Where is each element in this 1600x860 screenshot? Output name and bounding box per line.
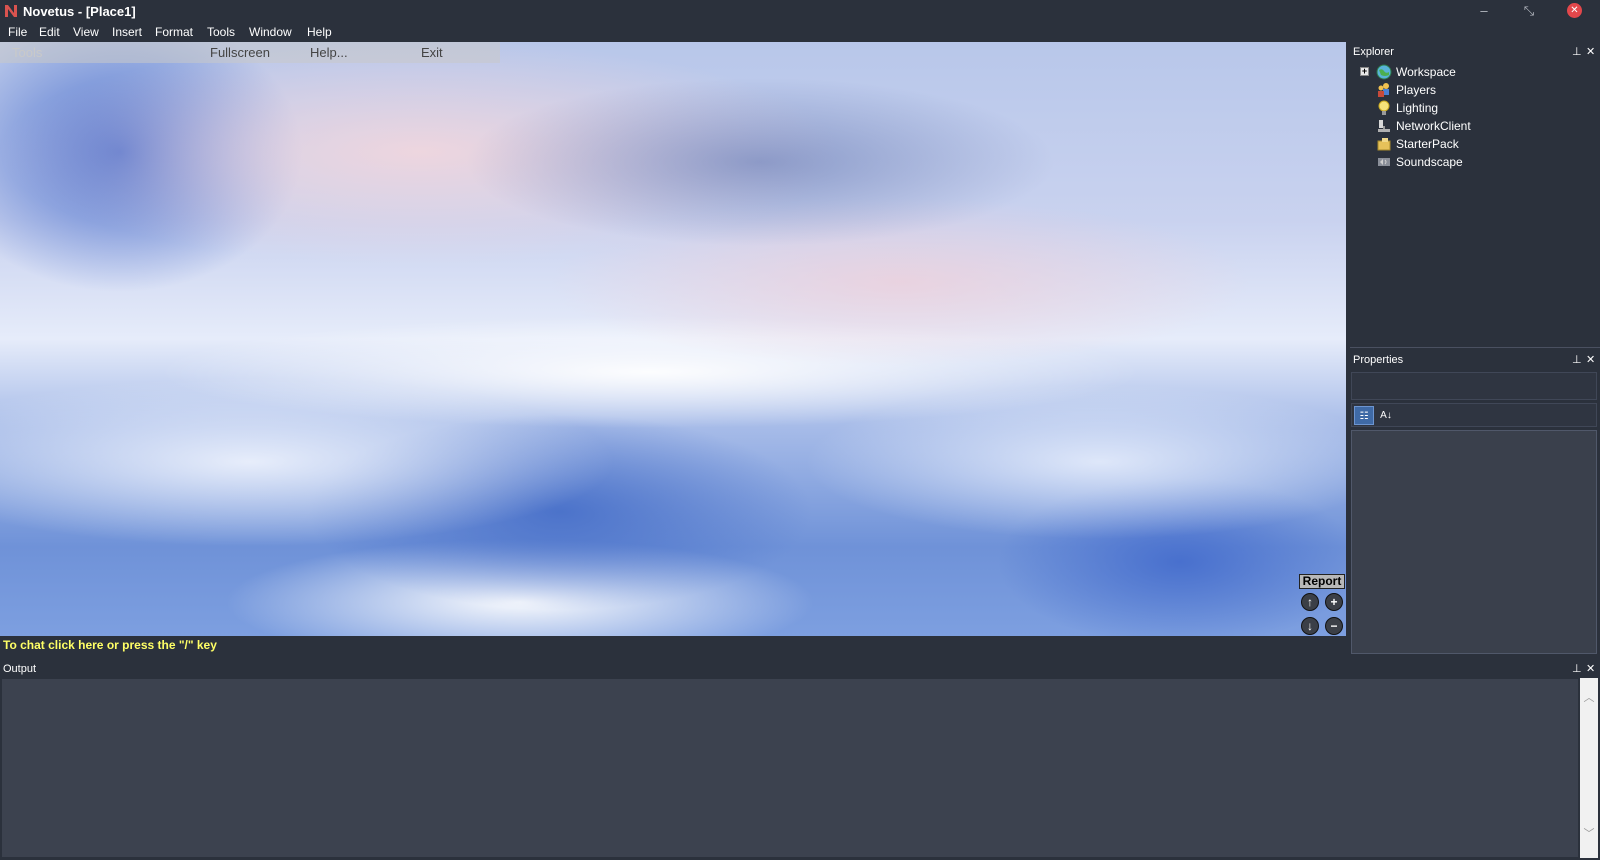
game-toolbar: Tools Fullscreen Help... Exit [0, 42, 500, 63]
tree-item-label: StarterPack [1396, 137, 1459, 151]
output-pin-icon[interactable]: ⊥ [1572, 662, 1582, 675]
tree-item-workspace[interactable]: + Workspace [1360, 63, 1590, 81]
menu-insert[interactable]: Insert [112, 25, 142, 39]
output-header: Output ⊥ ✕ [0, 661, 1600, 677]
output-title: Output [3, 663, 37, 675]
output-scrollbar[interactable]: ︿ ﹀ [1580, 678, 1598, 858]
network-client-icon [1378, 120, 1390, 132]
explorer-title: Explorer [1353, 46, 1394, 58]
tree-item-lighting[interactable]: Lighting [1360, 99, 1590, 117]
chat-bar[interactable]: To chat click here or press the "/" key [0, 636, 1346, 654]
exit-button[interactable]: Exit [421, 45, 443, 60]
help-button[interactable]: Help... [310, 45, 348, 60]
scroll-up-icon[interactable]: ︿ [1580, 690, 1598, 706]
restore-button[interactable]: ⤡ [1517, 2, 1541, 20]
zoom-in-icon[interactable]: + [1325, 593, 1343, 611]
explorer-pin-icon[interactable]: ⊥ [1572, 45, 1582, 58]
menu-view[interactable]: View [73, 25, 99, 39]
menu-format[interactable]: Format [155, 25, 193, 39]
tree-item-label: NetworkClient [1396, 119, 1471, 133]
properties-pin-icon[interactable]: ⊥ [1572, 353, 1582, 366]
tree-item-starterpack[interactable]: StarterPack [1360, 135, 1590, 153]
tree-item-label: Lighting [1396, 101, 1439, 115]
scroll-down-icon[interactable]: ﹀ [1580, 826, 1598, 842]
close-window-button[interactable]: ✕ [1567, 3, 1582, 18]
players-icon [1378, 83, 1389, 97]
soundscape-icon [1378, 158, 1390, 166]
properties-header: Properties ⊥ ✕ [1350, 352, 1600, 368]
tree-item-soundscape[interactable]: Soundscape [1360, 153, 1590, 171]
output-close-icon[interactable]: ✕ [1586, 662, 1595, 675]
tree-item-players[interactable]: Players [1360, 81, 1590, 99]
tools-menu-button[interactable]: Tools [12, 45, 42, 60]
expand-icon[interactable]: + [1360, 67, 1369, 76]
report-button[interactable]: Report [1299, 574, 1345, 589]
chat-prompt[interactable]: To chat click here or press the "/" key [3, 638, 217, 652]
properties-grid[interactable] [1351, 430, 1597, 654]
explorer-panel: Explorer ⊥ ✕ + Workspace Players Lightin… [1350, 42, 1600, 348]
properties-toolbar: ☷ A↓ [1351, 403, 1597, 427]
minimize-button[interactable]: – [1472, 2, 1496, 20]
properties-filter-box[interactable] [1351, 372, 1597, 400]
tree-item-label: Soundscape [1396, 155, 1463, 169]
tree-item-label: Players [1396, 83, 1437, 97]
menu-bar: File Edit View Insert Format Tools Windo… [0, 22, 1600, 42]
output-panel: Output ⊥ ✕ ︿ ﹀ [0, 660, 1600, 860]
menu-edit[interactable]: Edit [39, 25, 60, 39]
properties-close-icon[interactable]: ✕ [1586, 353, 1595, 366]
properties-title: Properties [1353, 354, 1404, 366]
explorer-close-icon[interactable]: ✕ [1586, 45, 1595, 58]
menu-file[interactable]: File [8, 25, 27, 39]
zoom-out-icon[interactable]: − [1325, 617, 1343, 635]
tree-item-label: Workspace [1396, 65, 1456, 79]
lighting-icon [1378, 100, 1390, 115]
starter-pack-icon [1377, 138, 1391, 151]
window-title: Novetus - [Place1] [23, 4, 136, 19]
tree-item-networkclient[interactable]: NetworkClient [1360, 117, 1590, 135]
categorized-view-icon[interactable]: ☷ [1354, 406, 1374, 425]
menu-help[interactable]: Help [307, 25, 332, 39]
game-viewport[interactable]: Tools Fullscreen Help... Exit Report ↑ +… [0, 42, 1346, 636]
menu-tools[interactable]: Tools [207, 25, 235, 39]
novetus-logo-icon [5, 5, 17, 17]
camera-up-icon[interactable]: ↑ [1301, 593, 1319, 611]
camera-down-icon[interactable]: ↓ [1301, 617, 1319, 635]
fullscreen-button[interactable]: Fullscreen [210, 45, 270, 60]
title-bar: Novetus - [Place1] – ⤡ ✕ [0, 0, 1600, 22]
explorer-header: Explorer ⊥ ✕ [1350, 44, 1600, 60]
alphabetical-sort-icon[interactable]: A↓ [1376, 406, 1396, 425]
menu-window[interactable]: Window [249, 25, 292, 39]
properties-panel: Properties ⊥ ✕ ☷ A↓ [1350, 350, 1600, 656]
workspace-icon [1376, 64, 1392, 80]
output-log[interactable] [1, 678, 1579, 858]
